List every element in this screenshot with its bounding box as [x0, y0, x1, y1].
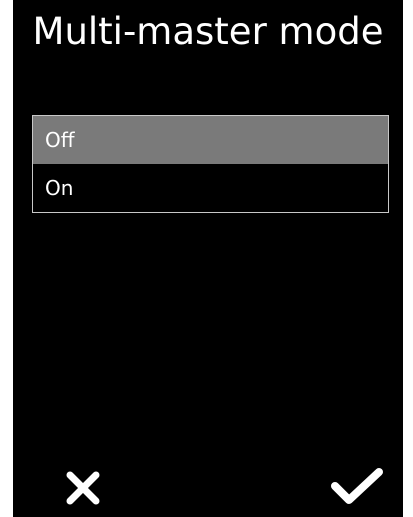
confirm-button[interactable] — [329, 466, 385, 506]
cancel-button[interactable] — [63, 468, 103, 508]
option-on[interactable]: On — [33, 164, 388, 212]
option-list: Off On — [32, 115, 389, 213]
screen-title: Multi-master mode — [32, 10, 384, 53]
option-label: On — [45, 176, 74, 200]
option-off[interactable]: Off — [33, 116, 388, 164]
close-icon — [66, 471, 100, 505]
option-label: Off — [45, 128, 75, 152]
device-screen: Multi-master mode Off On — [13, 0, 403, 517]
checkmark-icon — [331, 468, 383, 504]
